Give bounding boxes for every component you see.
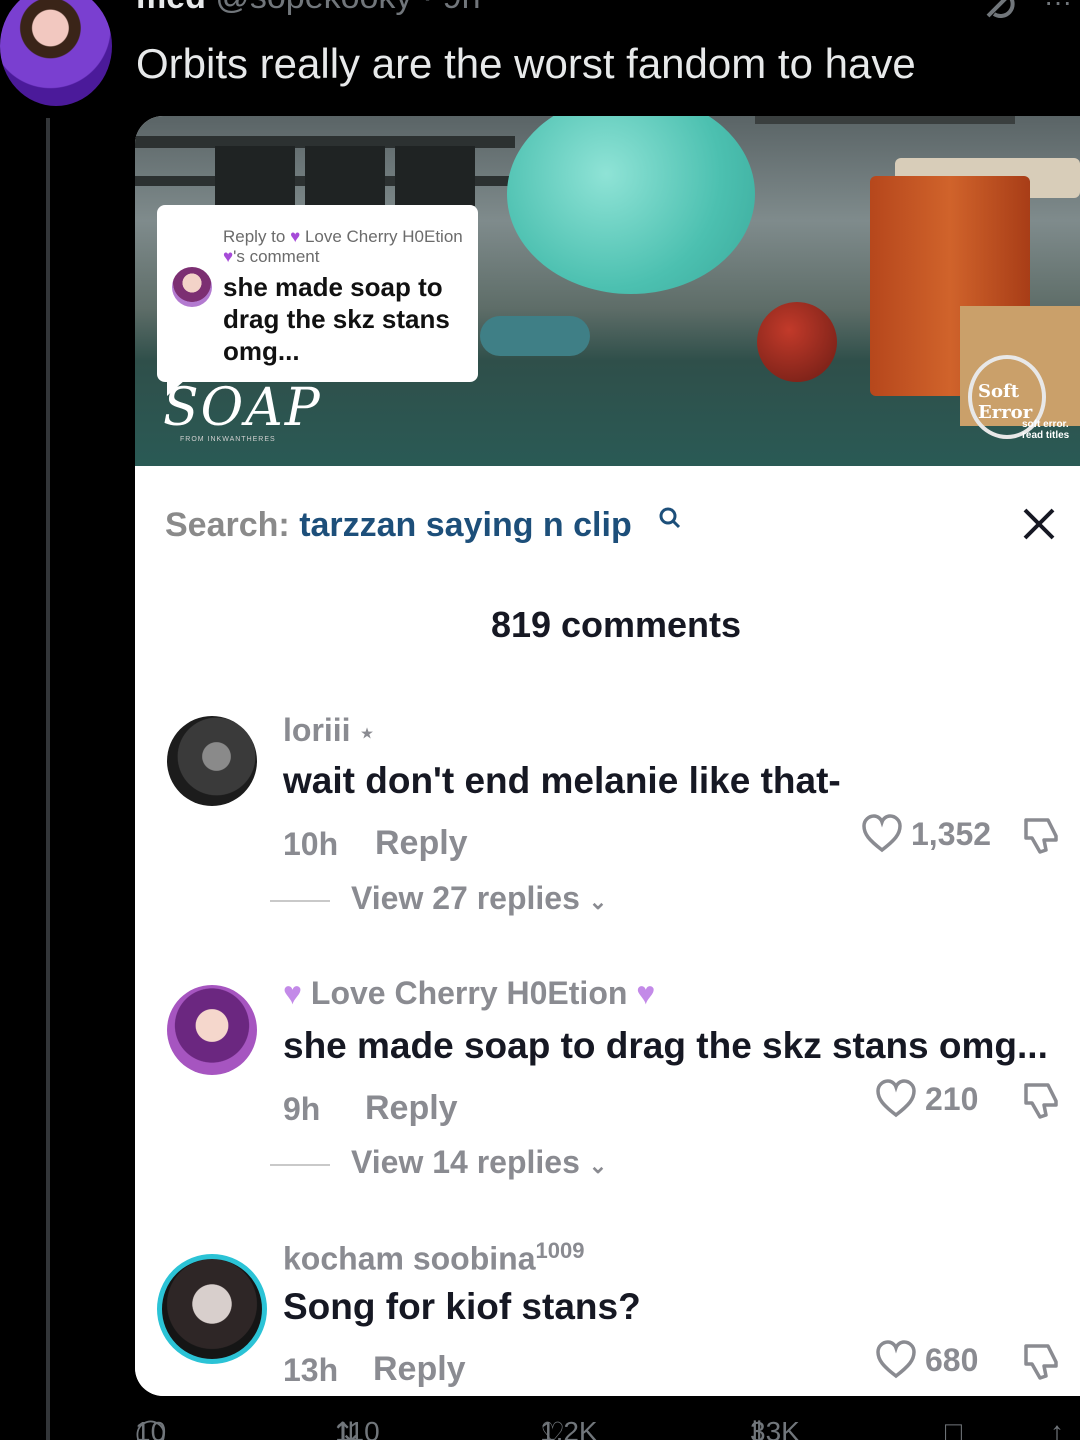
comments-count: 819 comments xyxy=(490,604,742,645)
comment-username[interactable]: loriii ⋆ xyxy=(283,712,374,749)
chevron-down-icon: ⌄ xyxy=(588,889,608,914)
view-replies-button[interactable]: View 27 replies ⌄ xyxy=(351,880,607,917)
purple-heart-icon: ♥ xyxy=(283,975,302,1011)
user-suffix: 1009 xyxy=(535,1238,585,1263)
comment-text: wait don't end melanie like that- xyxy=(283,760,841,801)
tweet-action-bar: ◯ 10 ⇅ 110 ♡ 1.2K ∥ 33K □ ↑ xyxy=(135,1416,1080,1440)
dislike-icon[interactable] xyxy=(1020,1079,1062,1121)
chevron-down-icon: ⌄ xyxy=(588,1153,608,1178)
reply-button[interactable]: Reply xyxy=(375,824,468,863)
soap-logo-subtitle: FROM INKWANTHERES xyxy=(180,436,276,443)
reply-button[interactable]: Reply xyxy=(373,1350,466,1389)
tweet-time: 9h xyxy=(443,0,481,16)
comment-avatar[interactable] xyxy=(157,1254,267,1364)
like-count: 210 xyxy=(925,1081,979,1117)
heart-icon[interactable] xyxy=(875,1340,917,1380)
comment-time: 13h xyxy=(283,1352,339,1388)
video-thumbnail: SOAP FROM INKWANTHERES Soft Error soft e… xyxy=(135,116,1080,466)
sticker-text: she made soap to drag the skz stans omg.… xyxy=(223,272,450,366)
purple-heart-icon: ♥ xyxy=(223,247,234,266)
grok-icon[interactable] xyxy=(980,0,1020,22)
comments-panel: Search: tarzzan saying n clip 819 commen… xyxy=(135,466,1080,1396)
medicine-ball xyxy=(757,302,837,382)
tweet-author[interactable]: med @sopekooky · 9h xyxy=(136,0,480,17)
comment-avatar[interactable] xyxy=(167,985,257,1075)
soap-logo: SOAP xyxy=(163,378,322,438)
like-count: 1,352 xyxy=(911,816,992,852)
share-icon[interactable]: ↑ xyxy=(1050,1416,1064,1440)
view-replies-button[interactable]: View 14 replies ⌄ xyxy=(351,1144,607,1181)
author-display-name[interactable]: med xyxy=(136,0,206,16)
comment-text: she made soap to drag the skz stans omg.… xyxy=(283,1025,1048,1066)
search-icon[interactable] xyxy=(657,506,683,532)
comment-text: Song for kiof stans? xyxy=(283,1286,641,1327)
comment-avatar[interactable] xyxy=(167,716,257,806)
comment-time: 9h xyxy=(283,1091,321,1127)
search-query[interactable]: tarzzan saying n clip xyxy=(299,506,632,544)
more-icon[interactable]: ··· xyxy=(1044,0,1080,17)
reply-sticker: Reply to ♥ Love Cherry H0Etion ♥'s comme… xyxy=(157,205,478,396)
sticker-meta: Reply to ♥ Love Cherry H0Etion ♥'s comme… xyxy=(223,227,463,266)
comment-time: 10h xyxy=(283,826,339,862)
purple-heart-icon: ♥ xyxy=(290,227,301,246)
heart-icon[interactable] xyxy=(875,1079,917,1119)
badge-subtitle: soft error. read titles xyxy=(1022,419,1070,441)
reply-button[interactable]: Reply xyxy=(365,1089,458,1128)
comment-username[interactable]: kocham soobina1009 xyxy=(283,1238,584,1278)
like-count: 680 xyxy=(925,1342,979,1378)
badge-title: Soft Error xyxy=(978,381,1033,423)
link-icon: ⋆ xyxy=(359,720,375,747)
soft-error-badge: Soft Error soft error. read titles xyxy=(960,351,1080,446)
purple-heart-icon: ♥ xyxy=(636,975,656,1011)
search-suggestion[interactable]: Search: tarzzan saying n clip xyxy=(165,506,632,545)
dislike-icon[interactable] xyxy=(1020,814,1062,856)
media-card[interactable]: SOAP FROM INKWANTHERES Soft Error soft e… xyxy=(135,116,1080,1396)
sticker-reply-name: Love Cherry H0Etion xyxy=(304,227,463,246)
thread-line xyxy=(46,118,50,1440)
author-avatar[interactable] xyxy=(0,0,112,106)
heart-icon[interactable] xyxy=(861,814,903,854)
comment-username[interactable]: ♥ Love Cherry H0Etion ♥ xyxy=(283,975,655,1012)
search-label: Search: xyxy=(165,506,290,544)
bookmark-icon[interactable]: □ xyxy=(945,1416,962,1440)
soap-bar-object xyxy=(507,116,755,294)
close-icon[interactable] xyxy=(1021,506,1057,542)
sticker-avatar xyxy=(172,267,212,307)
dislike-icon[interactable] xyxy=(1020,1340,1062,1382)
author-handle[interactable]: @sopekooky xyxy=(215,0,412,16)
tweet-text: Orbits really are the worst fandom to ha… xyxy=(136,40,916,87)
